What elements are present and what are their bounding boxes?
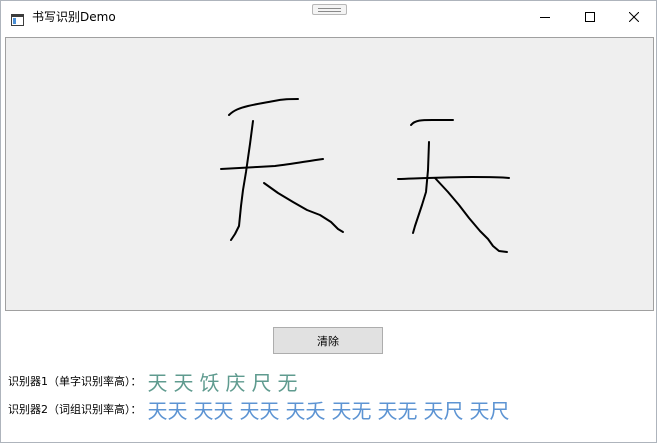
ink-stroke <box>410 119 454 126</box>
recognizer2-candidate[interactable]: 天天 <box>194 395 234 424</box>
app-window: 书写识别Demo 清除 识别器1（单字识别率高）： 天 天 饫 庆 尺 无 识别… <box>0 0 657 443</box>
recognizer1-candidate[interactable]: 饫 <box>200 367 220 396</box>
minimize-button[interactable] <box>522 1 567 33</box>
ink-stroke <box>220 158 324 170</box>
ink-stroke <box>230 120 254 241</box>
title-bar[interactable]: 书写识别Demo <box>1 1 656 33</box>
ink-stroke <box>434 177 508 253</box>
recognizer2-candidate[interactable]: 天尺 <box>424 395 464 424</box>
recognizer2-candidate[interactable]: 天无 <box>378 395 418 424</box>
drag-grip-icon[interactable] <box>312 4 347 15</box>
recognizer2-row: 识别器2（词组识别率高）： 天天 天天 天天 天夭 天无 天无 天尺 天尺 <box>8 395 516 423</box>
close-icon <box>628 12 639 22</box>
minimize-icon <box>539 17 550 18</box>
recognizer2-label: 识别器2（词组识别率高）： <box>8 403 142 416</box>
close-button[interactable] <box>611 1 656 33</box>
app-window-icon <box>11 11 24 26</box>
ink-stroke <box>397 176 510 180</box>
ink-stroke <box>412 141 430 234</box>
ink-layer <box>220 98 510 253</box>
recognizer1-candidate[interactable]: 庆 <box>226 367 246 396</box>
clear-button[interactable]: 清除 <box>273 327 383 354</box>
recognizer2-candidate[interactable]: 天无 <box>332 395 372 424</box>
ink-stroke <box>228 98 299 116</box>
recognizer1-candidate[interactable]: 天 <box>148 367 168 396</box>
recognizer1-candidate[interactable]: 无 <box>278 367 298 396</box>
recognizer2-candidate[interactable]: 天尺 <box>470 395 510 424</box>
ink-stroke <box>263 182 344 233</box>
recognizer1-label: 识别器1（单字识别率高）： <box>8 375 142 388</box>
recognizer2-candidate[interactable]: 天夭 <box>286 395 326 424</box>
recognizer2-candidate[interactable]: 天天 <box>240 395 280 424</box>
maximize-icon <box>584 12 595 22</box>
recognizer2-candidate[interactable]: 天天 <box>148 395 188 424</box>
maximize-button[interactable] <box>567 1 612 33</box>
recognizer1-row: 识别器1（单字识别率高）： 天 天 饫 庆 尺 无 <box>8 367 304 395</box>
recognizer1-candidate[interactable]: 天 <box>174 367 194 396</box>
window-title: 书写识别Demo <box>32 10 116 24</box>
handwriting-canvas[interactable] <box>5 37 654 311</box>
recognizer1-candidate[interactable]: 尺 <box>252 367 272 396</box>
